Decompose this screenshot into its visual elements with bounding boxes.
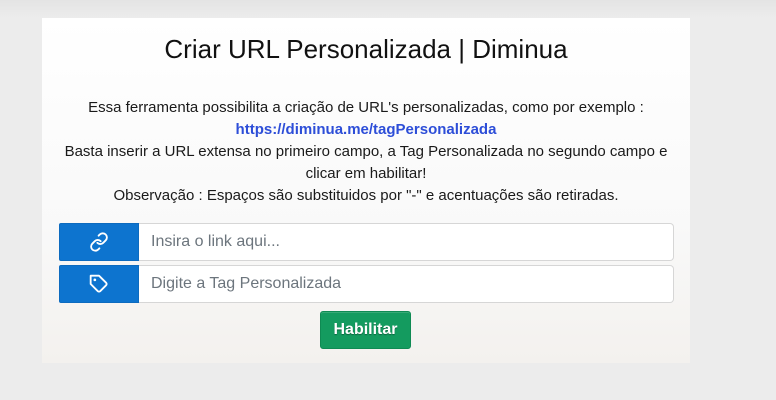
- tag-input[interactable]: [139, 265, 674, 303]
- page-title: Criar URL Personalizada | Diminua: [164, 34, 568, 64]
- description-line-1: Essa ferramenta possibilita a criação de…: [88, 99, 644, 116]
- example-link[interactable]: https://diminua.me/tagPersonalizada: [236, 121, 497, 138]
- main-card: Criar URL Personalizada | Diminua Essa f…: [42, 18, 690, 363]
- tag-icon: [89, 274, 108, 293]
- tag-addon: [59, 265, 139, 303]
- description-note: Observação : Espaços são substituidos po…: [113, 187, 619, 204]
- link-icon: [90, 232, 108, 252]
- description-line-2a: Basta inserir a URL extensa no primeiro …: [64, 143, 668, 160]
- tag-input-group: [59, 265, 674, 303]
- description: Essa ferramenta possibilita a criação de…: [42, 97, 690, 207]
- url-input-group: [59, 223, 674, 261]
- description-line-2b: clicar em habilitar!: [305, 165, 427, 182]
- url-input[interactable]: [139, 223, 674, 261]
- url-addon: [59, 223, 139, 261]
- enable-button[interactable]: Habilitar: [320, 311, 411, 349]
